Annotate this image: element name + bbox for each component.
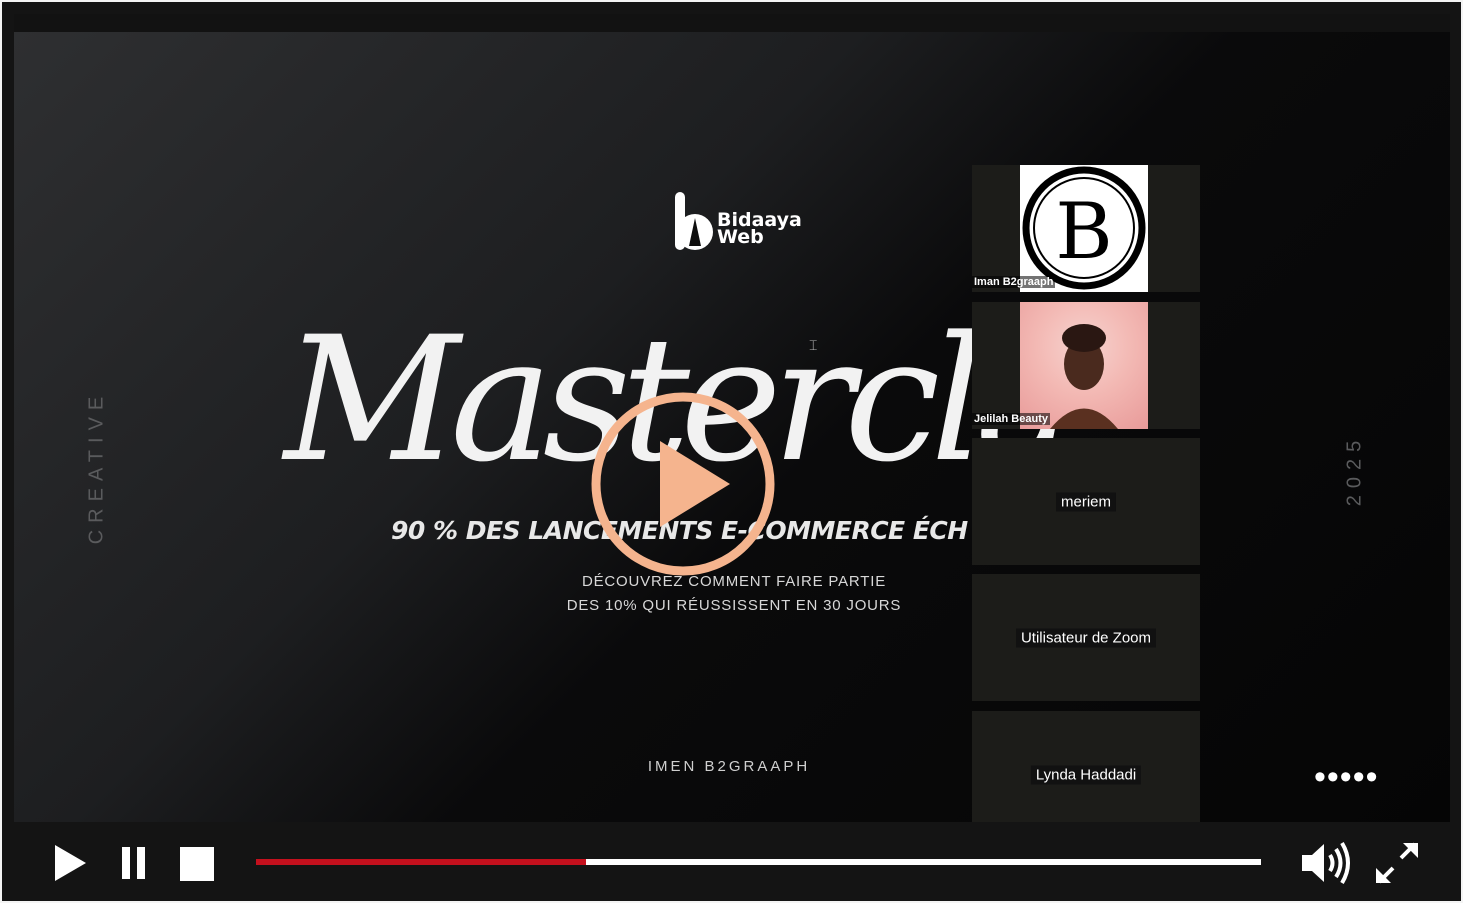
fullscreen-icon[interactable] [1374, 841, 1420, 885]
more-options-button[interactable]: ••••• [1314, 760, 1379, 794]
volume-icon[interactable] [1300, 840, 1354, 886]
video-player: Bidaaya Web Mastercla 90 % DES LANCEMENT… [2, 2, 1461, 901]
slide-author: IMEN B2GRAAPH [647, 758, 811, 775]
participant-tile[interactable]: Jelilah Beauty [972, 302, 1200, 429]
bidaaya-logo: Bidaaya Web [671, 190, 811, 260]
portrait-icon [1050, 324, 1118, 429]
participant-name: meriem [1055, 492, 1117, 511]
progress-fill [256, 859, 586, 865]
play-icon[interactable] [52, 843, 88, 883]
side-text-creative-label: CREATIVE [85, 389, 108, 545]
participant-avatar: B [1020, 165, 1148, 292]
b2graaph-logo-icon: B [1022, 166, 1146, 290]
slide-top-bar [14, 14, 1450, 32]
player-controls [2, 822, 1461, 901]
participant-tile[interactable]: Lynda Haddadi [972, 711, 1200, 822]
logo-text: Bidaaya Web [717, 209, 802, 248]
participant-tile[interactable]: Utilisateur de Zoom [972, 574, 1200, 701]
video-area[interactable]: Bidaaya Web Mastercla 90 % DES LANCEMENT… [14, 14, 1450, 822]
participant-tile[interactable]: meriem [972, 438, 1200, 565]
participant-name: Jelilah Beauty [972, 413, 1050, 425]
side-text-year: 2025 [1344, 420, 1366, 520]
pause-icon[interactable] [118, 845, 150, 881]
text-cursor-icon: ⌶ [809, 337, 818, 353]
side-text-creative: CREATIVE [86, 387, 108, 547]
desc-line-2: DES 10% QUI RÉUSSISSENT EN 30 JOURS [566, 597, 902, 614]
side-text-year-label: 2025 [1343, 433, 1366, 507]
bidaaya-logo-icon [675, 192, 713, 250]
participant-avatar [1020, 302, 1148, 429]
participant-name: Utilisateur de Zoom [1015, 628, 1157, 647]
svg-text:B: B [1055, 187, 1112, 277]
progress-bar[interactable] [256, 859, 1261, 865]
big-play-icon[interactable] [588, 389, 778, 579]
stop-icon[interactable] [178, 846, 216, 882]
participant-name: Lynda Haddadi [1030, 765, 1142, 784]
participant-tile[interactable]: B Iman B2graaph [972, 165, 1200, 292]
participant-name: Iman B2graaph [972, 276, 1056, 288]
